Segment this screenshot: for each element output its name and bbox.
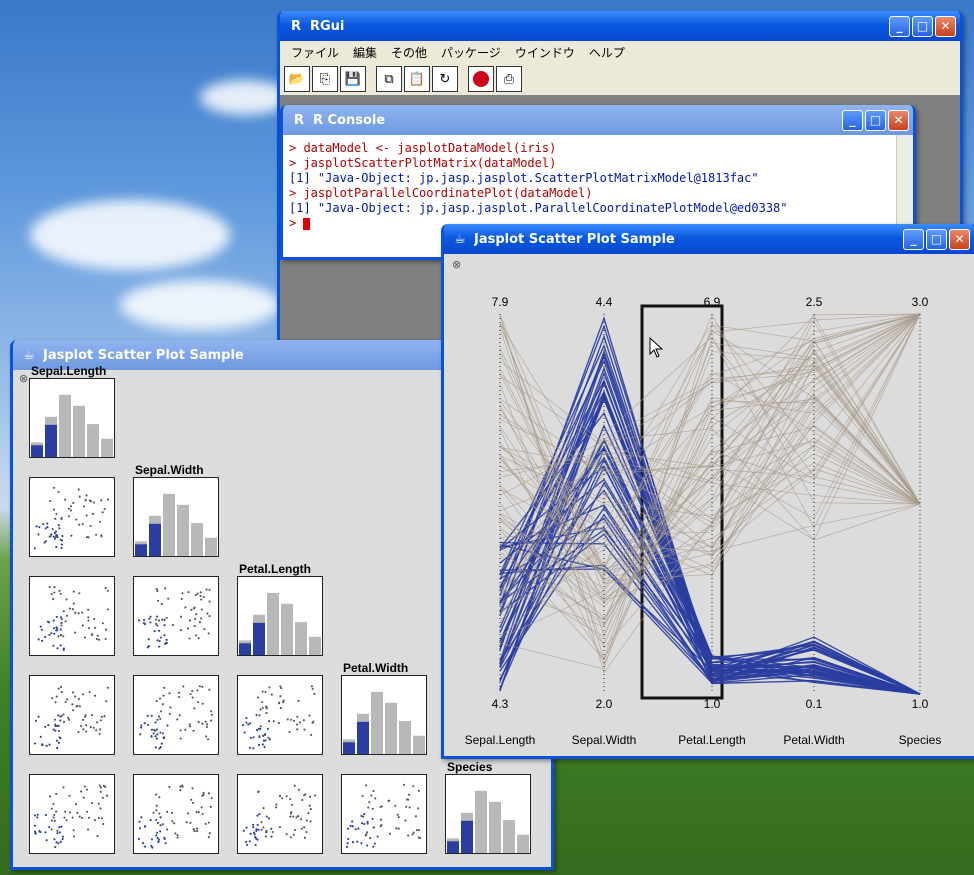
histogram-cell[interactable] [341, 675, 427, 755]
toolbar: 📂 ⎘ 💾 ⧉ 📋 ↻ ⎙ [280, 63, 960, 96]
variable-label: Petal.Length [239, 562, 312, 576]
axis-name-label: Petal.Length [678, 733, 745, 747]
variable-label: Species [447, 760, 493, 774]
axis-min-label: 4.3 [492, 697, 509, 711]
data-line [499, 378, 921, 695]
menu-help[interactable]: ヘルプ [582, 44, 632, 61]
menu-packages[interactable]: パッケージ [434, 44, 508, 61]
open-icon[interactable]: 📂 [284, 66, 310, 92]
histogram-cell[interactable] [29, 378, 115, 458]
minimize-button[interactable]: _ [842, 109, 863, 131]
axis-min-label: 2.0 [596, 697, 613, 711]
console-line: [1] "Java-Object: jp.jasp.jasplot.Scatte… [289, 171, 759, 185]
r-logo-icon: R [290, 18, 301, 34]
scatter-cell[interactable] [133, 675, 219, 755]
stop-icon[interactable] [468, 66, 494, 92]
close-button[interactable]: ✕ [935, 15, 956, 37]
save-icon[interactable]: 💾 [340, 66, 366, 92]
axis-max-label: 2.5 [806, 295, 823, 309]
copy-icon[interactable]: ⧉ [376, 66, 402, 92]
parallel-titlebar[interactable]: ☕ Jasplot Scatter Plot Sample _ □ ✕ [444, 224, 974, 254]
parallel-lines-canvas[interactable]: 7.9 4.3 Sepal.Length 4.4 2.0 Sepal.Width 6.9 1.… [444, 254, 968, 753]
menu-file[interactable]: ファイル [284, 44, 346, 61]
scatter-cell[interactable] [133, 774, 219, 854]
close-button[interactable]: ✕ [888, 109, 909, 131]
menu-misc[interactable]: その他 [384, 44, 434, 61]
menu-edit[interactable]: 編集 [346, 44, 384, 61]
window-title: Jasplot Scatter Plot Sample [474, 231, 675, 247]
console-line: > dataModel <- jasplotDataModel(iris) [289, 141, 557, 155]
histogram-cell[interactable] [133, 477, 219, 557]
axis-min-label: 0.1 [806, 697, 823, 711]
axis-max-label: 4.4 [596, 295, 613, 309]
window-title: RGui [310, 18, 345, 34]
axis-min-label: 1.0 [912, 697, 929, 711]
minimize-button[interactable]: _ [889, 15, 910, 37]
scatter-cell[interactable] [237, 774, 323, 854]
load-workspace-icon[interactable]: ⎘ [312, 66, 338, 92]
histogram-cell[interactable] [445, 774, 531, 854]
refresh-icon[interactable]: ↻ [432, 66, 458, 92]
axis-max-label: 3.0 [912, 295, 929, 309]
scatter-cell[interactable] [29, 675, 115, 755]
window-title: R Console [313, 112, 386, 128]
prompt-symbol: > [289, 216, 297, 230]
scatter-cell[interactable] [29, 576, 115, 656]
axis-name-label: Petal.Width [783, 733, 844, 747]
minimize-button[interactable]: _ [903, 228, 924, 250]
scatter-cell[interactable] [133, 576, 219, 656]
variable-label: Sepal.Length [31, 364, 107, 378]
cloud [120, 280, 280, 330]
histogram-cell[interactable] [237, 576, 323, 656]
scatter-cell[interactable] [29, 477, 115, 557]
maximize-button[interactable]: □ [865, 109, 886, 131]
axis-name-label: Sepal.Width [572, 733, 637, 747]
maximize-button[interactable]: □ [912, 15, 933, 37]
print-icon[interactable]: ⎙ [496, 66, 522, 92]
scatter-cell[interactable] [341, 774, 427, 854]
axis-max-label: 6.9 [704, 295, 721, 309]
data-line [499, 313, 921, 660]
r-logo-icon: R [293, 112, 304, 128]
console-titlebar[interactable]: R R Console _ □ ✕ [283, 105, 913, 135]
variable-label: Sepal.Width [135, 463, 204, 477]
rgui-titlebar[interactable]: R RGui _ □ ✕ [280, 11, 960, 41]
text-cursor [303, 217, 311, 230]
cloud [30, 200, 230, 270]
axis-name-label: Sepal.Length [465, 733, 536, 747]
java-cup-icon: ☕ [454, 231, 466, 247]
axis-min-label: 1.0 [704, 697, 721, 711]
maximize-button[interactable]: □ [926, 228, 947, 250]
variable-label: Petal.Width [343, 661, 409, 675]
parallel-plot-window: ☕ Jasplot Scatter Plot Sample _ □ ✕ ⊗ 7.… [441, 224, 974, 759]
mouse-cursor-icon [649, 336, 664, 358]
paste-icon[interactable]: 📋 [404, 66, 430, 92]
java-cup-icon: ☕ [23, 347, 35, 363]
console-line: [1] "Java-Object: jp.jasp.jasplot.Parall… [289, 201, 788, 215]
axis-name-label: Species [899, 733, 942, 747]
menu-windows[interactable]: ウインドウ [508, 44, 582, 61]
close-button[interactable]: ✕ [949, 228, 970, 250]
console-line: > jasplotScatterPlotMatrix(dataModel) [289, 156, 557, 170]
settings-icon[interactable]: ⊗ [19, 372, 28, 385]
axis-max-label: 7.9 [492, 295, 509, 309]
console-line: > jasplotParallelCoordinatePlot(dataMode… [289, 186, 593, 200]
scatter-cell[interactable] [237, 675, 323, 755]
parallel-coordinate-plot[interactable]: ⊗ 7.9 4.3 Sepal.Length 4.4 2.0 Sepal.Width 6.9… [444, 254, 974, 756]
menu-bar: ファイル 編集 その他 パッケージ ウインドウ ヘルプ [280, 41, 960, 63]
scatter-cell[interactable] [29, 774, 115, 854]
